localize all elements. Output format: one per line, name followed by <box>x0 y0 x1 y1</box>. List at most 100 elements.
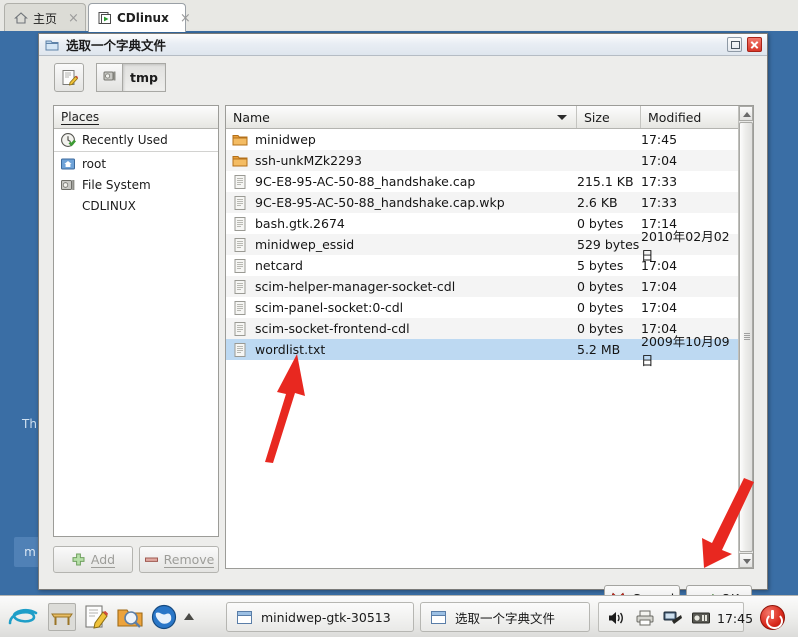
scrollbar-thumb[interactable] <box>739 122 753 552</box>
type-filename-button[interactable] <box>54 63 84 92</box>
place-item-file-system[interactable]: File System <box>54 174 218 195</box>
file-size: 0 bytes <box>577 321 641 336</box>
cd-run-icon <box>98 11 112 25</box>
task-label: 选取一个字典文件 <box>455 608 555 627</box>
media-icon[interactable] <box>691 609 711 627</box>
file-modified: 17:04 <box>641 279 740 294</box>
breadcrumb-filesystem[interactable] <box>96 63 122 92</box>
column-header-size[interactable]: Size <box>577 106 641 128</box>
file-size: 0 bytes <box>577 300 641 315</box>
file-modified: 17:45 <box>641 132 740 147</box>
file-size: 5.2 MB <box>577 342 641 357</box>
table-row[interactable]: minidwep_essid529 bytes2010年02月02日 <box>226 234 740 255</box>
table-row[interactable]: netcard 5 bytes17:04 <box>226 255 740 276</box>
clock[interactable]: 17:45 <box>717 611 753 626</box>
file-modified: 17:04 <box>641 258 740 273</box>
path-breadcrumb: tmp <box>96 63 166 92</box>
file-list-pane: Name Size Modified minidwep 17:45 ssh-unkM… <box>225 105 754 569</box>
file-name: bash.gtk.2674 <box>255 216 345 231</box>
add-button[interactable]: Add <box>53 546 133 573</box>
place-item-label: Recently Used <box>82 133 168 147</box>
pencil-edit-icon <box>61 69 79 87</box>
places-header: Places <box>54 106 218 129</box>
column-label: Modified <box>648 110 701 125</box>
file-list-header: Name Size Modified <box>226 106 740 129</box>
table-row[interactable]: scim-helper-manager-socket-cdl0 bytes17:… <box>226 276 740 297</box>
remove-button-label: Remove <box>164 552 215 568</box>
column-label: Size <box>584 110 610 125</box>
file-icon <box>232 216 248 232</box>
plus-icon <box>71 552 86 567</box>
drive-icon <box>103 69 117 86</box>
file-name: minidwep <box>255 132 316 147</box>
table-row[interactable]: scim-panel-socket:0-cdl0 bytes17:04 <box>226 297 740 318</box>
dialog-titlebar[interactable]: 选取一个字典文件 <box>39 34 767 56</box>
chevron-down-icon <box>557 115 567 120</box>
places-header-label: Places <box>61 110 99 125</box>
scroll-down-icon[interactable] <box>739 553 753 568</box>
places-divider <box>54 151 218 152</box>
file-modified: 2009年10月09日 <box>641 331 740 369</box>
tab-close-icon[interactable]: × <box>178 12 193 25</box>
folder-icon <box>232 153 248 169</box>
tab-close-icon[interactable]: × <box>66 12 81 25</box>
file-name: 9C-E8-95-AC-50-88_handshake.cap.wkp <box>255 195 505 210</box>
home-icon <box>14 11 28 25</box>
file-manager-icon[interactable] <box>116 603 144 631</box>
text-editor-icon[interactable] <box>82 603 110 631</box>
web-browser-icon[interactable] <box>150 603 178 631</box>
file-name: netcard <box>255 258 303 273</box>
file-name: scim-socket-frontend-cdl <box>255 321 410 336</box>
file-list-rows: minidwep17:45ssh-unkMZk229317:049C-E8-95… <box>226 129 740 360</box>
table-row[interactable]: 9C-E8-95-AC-50-88_handshake.cap 215.1 KB1… <box>226 171 740 192</box>
tab-home[interactable]: 主页 × <box>4 3 86 32</box>
power-icon[interactable] <box>760 605 785 630</box>
folder-icon <box>232 132 248 148</box>
file-name: minidwep_essid <box>255 237 354 252</box>
places-pane: Places Recently Used root <box>53 105 219 537</box>
table-row[interactable]: ssh-unkMZk229317:04 <box>226 150 740 171</box>
file-modified: 17:04 <box>641 153 740 168</box>
tab-cdlinux[interactable]: CDlinux × <box>88 3 186 32</box>
task-button-file-chooser[interactable]: 选取一个字典文件 <box>420 602 590 632</box>
place-item-cdlinux[interactable]: CDLINUX <box>54 195 218 216</box>
place-item-root[interactable]: root <box>54 153 218 174</box>
vertical-scrollbar[interactable] <box>738 106 753 568</box>
scroll-up-icon[interactable] <box>739 106 753 121</box>
dialog-title: 选取一个字典文件 <box>66 35 166 54</box>
volume-icon[interactable] <box>607 609 627 627</box>
close-icon[interactable] <box>747 37 762 52</box>
home-folder-icon <box>60 156 76 172</box>
e-logo-icon[interactable] <box>6 603 40 631</box>
desktop-clipped-text: Th <box>22 417 37 431</box>
file-icon <box>232 174 248 190</box>
table-row[interactable]: wordlist.txt5.2 MB2009年10月09日 <box>226 339 740 360</box>
column-header-modified[interactable]: Modified <box>641 106 740 128</box>
printer-icon[interactable] <box>635 609 655 627</box>
column-header-name[interactable]: Name <box>226 106 577 128</box>
breadcrumb-tmp[interactable]: tmp <box>122 63 166 92</box>
file-modified: 17:33 <box>641 195 740 210</box>
file-size: 215.1 KB <box>577 174 641 189</box>
file-modified: 17:33 <box>641 174 740 189</box>
network-icon[interactable] <box>663 609 683 627</box>
minus-icon <box>144 552 159 567</box>
system-tray: 17:45 <box>598 602 744 632</box>
task-button-minidwep[interactable]: minidwep-gtk-30513 <box>226 602 414 632</box>
file-chooser-dialog: 选取一个字典文件 <box>38 33 768 590</box>
place-item-label: CDLINUX <box>82 199 136 213</box>
file-size: 2.6 KB <box>577 195 641 210</box>
browser-chrome: 主页 × CDlinux × <box>0 0 798 32</box>
maximize-icon[interactable] <box>727 37 742 52</box>
show-desktop-icon[interactable] <box>48 603 76 631</box>
chevron-up-icon[interactable] <box>182 603 196 631</box>
file-size: 5 bytes <box>577 258 641 273</box>
table-row[interactable]: 9C-E8-95-AC-50-88_handshake.cap.wkp 2.6 K… <box>226 192 740 213</box>
file-name: 9C-E8-95-AC-50-88_handshake.cap <box>255 174 475 189</box>
remove-button[interactable]: Remove <box>139 546 219 573</box>
table-row[interactable]: minidwep 17:45 <box>226 129 740 150</box>
file-size: 0 bytes <box>577 279 641 294</box>
tab-label: CDlinux <box>117 11 169 25</box>
file-icon <box>232 342 248 358</box>
place-item-recently-used[interactable]: Recently Used <box>54 129 218 150</box>
